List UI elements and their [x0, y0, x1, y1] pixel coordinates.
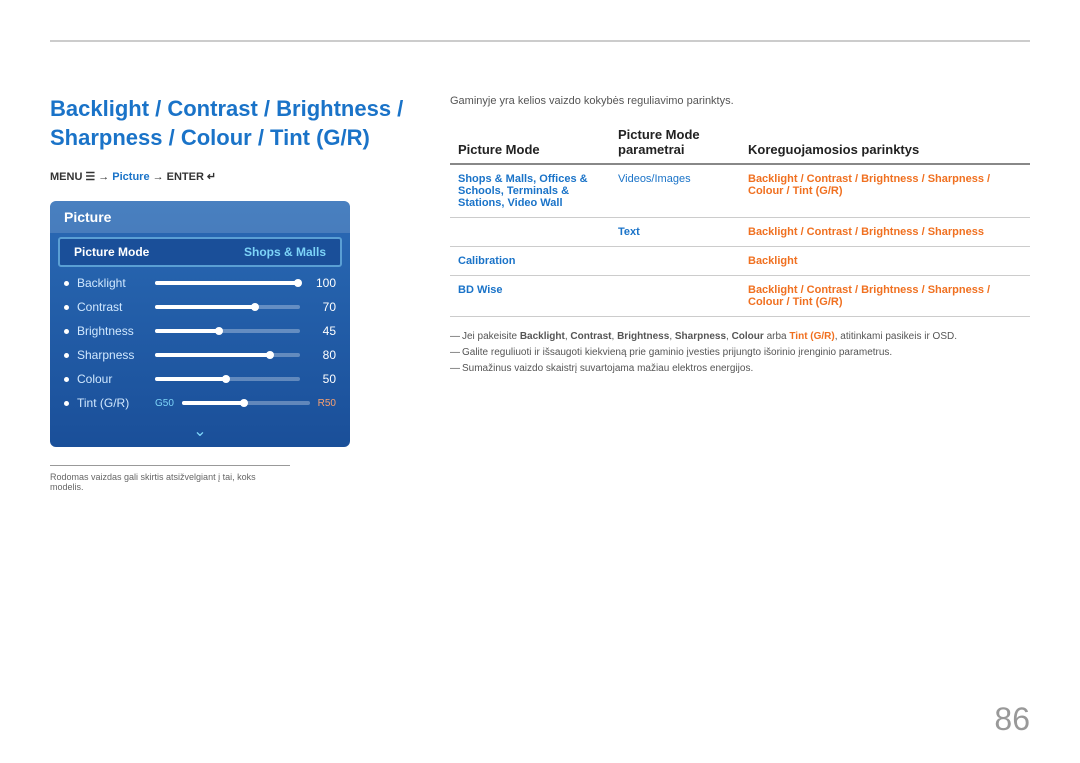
col-header-mode: Picture Mode	[450, 121, 610, 164]
tint-left-label: G50	[155, 398, 174, 409]
panel-header: Picture	[50, 201, 350, 233]
page-number: 86	[994, 701, 1030, 738]
colour-row[interactable]: Colour 50	[50, 367, 350, 391]
brightness-fill	[155, 329, 220, 333]
col-header-options: Koreguojamosios parinktys	[740, 121, 1030, 164]
table-row: Text Backlight / Contrast / Brightness /…	[450, 218, 1030, 247]
colour-dot	[64, 377, 69, 382]
footnote-text: Rodomas vaizdas gali skirtis atsižvelgia…	[50, 472, 256, 492]
notes-section: Jei pakeisite Backlight, Contrast, Brigh…	[450, 331, 1030, 374]
chevron-down-icon[interactable]: ⌄	[193, 421, 206, 441]
col-header-param: Picture Mode parametrai	[610, 121, 740, 164]
tint-slider[interactable]	[182, 401, 310, 405]
tint-row[interactable]: Tint (G/R) G50 R50	[50, 391, 350, 415]
contrast-fill	[155, 305, 257, 309]
table-row: BD Wise Backlight / Contrast / Brightnes…	[450, 276, 1030, 317]
tint-thumb	[240, 399, 248, 407]
tint-label: Tint (G/R)	[77, 396, 147, 410]
note-2: Galite reguliuoti ir išsaugoti kiekvieną…	[450, 347, 1030, 358]
right-column: Gaminyje yra kelios vaizdo kokybės regul…	[450, 95, 1030, 492]
backlight-value: 100	[308, 276, 336, 290]
note-1: Jei pakeisite Backlight, Contrast, Brigh…	[450, 331, 1030, 342]
row3-param	[610, 247, 740, 276]
backlight-thumb	[294, 279, 302, 287]
backlight-dot	[64, 281, 69, 286]
row2-param: Text	[610, 218, 740, 247]
menu-label: MENU	[50, 171, 82, 183]
sharpness-thumb	[266, 351, 274, 359]
colour-value: 50	[308, 372, 336, 386]
picture-mode-label: Picture Mode	[74, 245, 149, 259]
colour-thumb	[222, 375, 230, 383]
table-row: Shops & Malls, Offices & Schools, Termin…	[450, 164, 1030, 218]
brightness-thumb	[215, 327, 223, 335]
footnote-left: Rodomas vaizdas gali skirtis atsižvelgia…	[50, 465, 290, 492]
row4-mode: BD Wise	[450, 276, 610, 317]
sharpness-row[interactable]: Sharpness 80	[50, 343, 350, 367]
colour-label: Colour	[77, 372, 147, 386]
top-rule	[50, 40, 1030, 42]
note-3: Sumažinus vaizdo skaistrį suvartojama ma…	[450, 363, 1030, 374]
row2-mode	[450, 218, 610, 247]
page-title: Backlight / Contrast / Brightness / Shar…	[50, 95, 410, 152]
colour-slider[interactable]	[155, 377, 300, 381]
backlight-label: Backlight	[77, 276, 147, 290]
row1-options: Backlight / Contrast / Brightness / Shar…	[740, 164, 1030, 218]
contrast-row[interactable]: Contrast 70	[50, 295, 350, 319]
contrast-dot	[64, 305, 69, 310]
left-column: Backlight / Contrast / Brightness / Shar…	[50, 95, 410, 492]
contrast-thumb	[251, 303, 259, 311]
brightness-dot	[64, 329, 69, 334]
menu-icon: ☰	[85, 170, 95, 183]
menu-path: MENU ☰ → Picture → ENTER ↵	[50, 170, 410, 183]
row1-mode: Shops & Malls, Offices & Schools, Termin…	[450, 164, 610, 218]
sharpness-label: Sharpness	[77, 348, 147, 362]
brightness-row[interactable]: Brightness 45	[50, 319, 350, 343]
backlight-slider[interactable]	[155, 281, 300, 285]
contrast-value: 70	[308, 300, 336, 314]
sharpness-slider[interactable]	[155, 353, 300, 357]
row3-mode: Calibration	[450, 247, 610, 276]
row3-options: Backlight	[740, 247, 1030, 276]
sharpness-fill	[155, 353, 271, 357]
row4-options: Backlight / Contrast / Brightness / Shar…	[740, 276, 1030, 317]
arrow-1: →	[98, 171, 109, 183]
colour-fill	[155, 377, 228, 381]
picture-panel: Picture Picture Mode Shops & Malls Backl…	[50, 201, 350, 447]
picture-mode-value: Shops & Malls	[244, 245, 326, 259]
contrast-slider[interactable]	[155, 305, 300, 309]
row2-options: Backlight / Contrast / Brightness / Shar…	[740, 218, 1030, 247]
page: Backlight / Contrast / Brightness / Shar…	[0, 0, 1080, 763]
backlight-fill	[155, 281, 300, 285]
enter-icon: ↵	[207, 170, 216, 183]
backlight-row[interactable]: Backlight 100	[50, 271, 350, 295]
picture-link[interactable]: Picture	[112, 171, 149, 183]
brightness-value: 45	[308, 324, 336, 338]
row4-param	[610, 276, 740, 317]
sharpness-value: 80	[308, 348, 336, 362]
intro-text: Gaminyje yra kelios vaizdo kokybės regul…	[450, 95, 1030, 107]
row1-param: Videos/Images	[610, 164, 740, 218]
table-row: Calibration Backlight	[450, 247, 1030, 276]
tint-fill	[182, 401, 246, 405]
sharpness-dot	[64, 353, 69, 358]
arrow-2: → ENTER	[153, 171, 204, 183]
contrast-label: Contrast	[77, 300, 147, 314]
picture-mode-row[interactable]: Picture Mode Shops & Malls	[58, 237, 342, 267]
chevron-row[interactable]: ⌄	[50, 415, 350, 447]
brightness-label: Brightness	[77, 324, 147, 338]
brightness-slider[interactable]	[155, 329, 300, 333]
tint-dot	[64, 401, 69, 406]
tint-right-label: R50	[318, 398, 336, 409]
info-table: Picture Mode Picture Mode parametrai Kor…	[450, 121, 1030, 317]
